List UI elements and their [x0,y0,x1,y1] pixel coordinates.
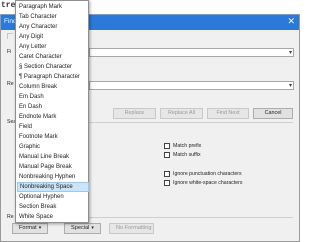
menu-item[interactable]: Any Digit [17,32,89,42]
ignore-whitespace-checkbox[interactable] [164,180,170,186]
format-button[interactable]: Format ▾ [12,223,48,234]
menu-item[interactable]: Any Character [17,22,89,32]
chevron-down-icon: ▾ [91,225,94,231]
close-icon[interactable]: ✕ [287,16,295,27]
match-prefix-checkbox[interactable] [164,143,170,149]
menu-item[interactable]: ¶ Paragraph Character [17,72,89,82]
menu-item[interactable]: Any Letter [17,42,89,52]
replace-all-button[interactable]: Replace All [160,108,203,119]
menu-item[interactable]: Optional Hyphen [17,192,89,202]
menu-item[interactable]: Nonbreaking Hyphen [17,172,89,182]
menu-item[interactable]: Paragraph Mark [17,2,89,12]
menu-item[interactable]: § Section Character [17,62,89,72]
match-prefix-label: Match prefix [173,143,202,149]
ignore-whitespace-label: Ignore white-space characters [173,180,243,186]
menu-item[interactable]: En Dash [17,102,89,112]
find-what-input[interactable]: ▾ [89,48,294,57]
menu-item[interactable]: Column Break [17,82,89,92]
menu-item[interactable]: Nonbreaking Space [17,182,89,192]
chevron-down-icon[interactable]: ▾ [289,49,292,56]
menu-item[interactable]: Graphic [17,142,89,152]
find-next-button[interactable]: Find Next [207,108,249,119]
menu-item[interactable]: Section Break [17,202,89,212]
special-label: Special [71,225,90,231]
tab-strip [7,33,13,39]
replace-with-input[interactable]: ▾ [89,81,294,90]
match-suffix-label: Match suffix [173,152,201,158]
menu-item[interactable]: Endnote Mark [17,112,89,122]
special-popup-menu: Paragraph Mark Tab Character Any Character… [15,0,89,223]
menu-item[interactable]: Tab Character [17,12,89,22]
menu-item[interactable]: Manual Page Break [17,162,89,172]
replace-with-label: Re [7,81,14,87]
ignore-punctuation-checkbox[interactable] [164,171,170,177]
chevron-down-icon: ▾ [38,225,42,231]
special-button[interactable]: Special ▾ [64,223,101,234]
cancel-button[interactable]: Cancel [253,108,293,119]
match-suffix-checkbox[interactable] [164,152,170,158]
format-label: Format [19,225,37,231]
menu-item[interactable]: Manual Line Break [17,152,89,162]
find-what-label: Fi [7,49,12,55]
menu-item[interactable]: Footnote Mark [17,132,89,142]
menu-item[interactable]: White Space [17,212,89,222]
menu-item[interactable]: Field [17,122,89,132]
menu-item[interactable]: Em Dash [17,92,89,102]
replace-section-label: Re [7,214,14,220]
no-formatting-button[interactable]: No Formatting [109,223,154,234]
chevron-down-icon[interactable]: ▾ [289,82,292,89]
replace-button[interactable]: Replace [113,108,156,119]
menu-item[interactable]: Caret Character [17,52,89,62]
ignore-punctuation-label: Ignore punctuation characters [173,171,242,177]
